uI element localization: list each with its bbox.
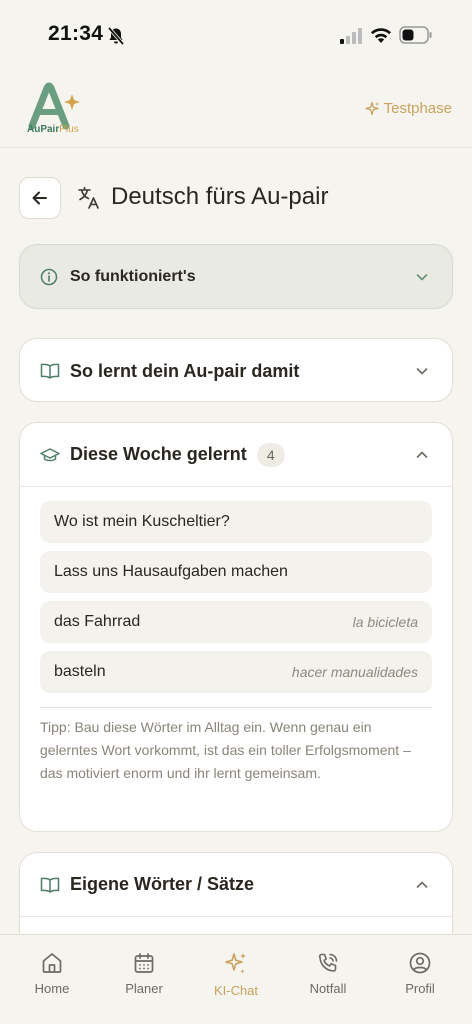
week-accordion-header[interactable]: Diese Woche gelernt 4 — [20, 423, 452, 487]
trial-indicator[interactable]: Testphase — [364, 100, 452, 117]
book-open-icon — [40, 363, 60, 379]
page-title: Deutsch fürs Au-pair — [111, 183, 329, 210]
own-words-accordion-title: Eigene Wörter / Sätze — [70, 874, 255, 894]
info-accordion-title: So funktioniert's — [70, 268, 196, 285]
bell-off-icon — [107, 26, 125, 46]
status-bar: 21:34 — [0, 0, 472, 70]
info-accordion-header[interactable]: So funktioniert's — [20, 245, 452, 308]
book-open-icon — [40, 877, 60, 893]
nav-label: KI-Chat — [213, 983, 259, 998]
chevron-down-icon — [416, 274, 428, 281]
trial-label: Testphase — [383, 100, 452, 117]
nav-label: Planer — [125, 981, 163, 996]
nav-item-notfall[interactable]: Notfall — [283, 935, 373, 1024]
logo-plus: Plus — [59, 124, 79, 135]
learned-list: Wo ist mein Kuscheltier? Lass uns Hausau… — [20, 487, 452, 693]
week-accordion[interactable]: Diese Woche gelernt 4 Wo ist mein Kusche… — [19, 422, 453, 832]
item-german: basteln — [54, 663, 106, 680]
user-circle-icon — [409, 952, 431, 974]
info-accordion[interactable]: So funktioniert's — [19, 244, 453, 309]
home-icon — [42, 953, 62, 973]
list-item: Wo ist mein Kuscheltier? — [40, 501, 432, 543]
sparkle-icon — [364, 101, 379, 115]
item-german: Lass uns Hausaufgaben machen — [54, 563, 288, 580]
sparkle-icon — [225, 953, 246, 974]
bottom-nav: Home Planer KI-Chat Notfall Profil — [0, 934, 472, 1024]
wifi-icon — [371, 28, 391, 43]
status-time: 21:34 — [48, 22, 104, 45]
nav-item-profil[interactable]: Profil — [375, 935, 465, 1024]
item-translation: hacer manualidades — [291, 664, 418, 680]
battery-icon — [399, 26, 432, 44]
learn-accordion[interactable]: So lernt dein Au-pair damit — [19, 338, 453, 402]
nav-label: Notfall — [309, 981, 347, 996]
list-item: das Fahrrad la bicicleta — [40, 601, 432, 643]
info-icon — [40, 268, 58, 286]
calendar-icon — [134, 953, 154, 973]
list-item: basteln hacer manualidades — [40, 651, 432, 693]
nav-label: Profil — [405, 981, 435, 996]
cellular-signal-icon — [340, 28, 362, 44]
chevron-up-icon — [416, 881, 428, 888]
nav-item-planer[interactable]: Planer — [99, 935, 189, 1024]
week-accordion-title: Diese Woche gelernt — [70, 444, 247, 464]
chevron-up-icon — [416, 451, 428, 458]
tip-text: Tipp: Bau diese Wörter im Alltag ein. We… — [40, 707, 432, 785]
item-translation: la bicicleta — [352, 614, 418, 630]
phone-icon — [318, 953, 338, 972]
learn-accordion-header[interactable]: So lernt dein Au-pair damit — [20, 339, 452, 401]
logo-text: AuPairPlus — [27, 124, 79, 135]
back-button[interactable] — [19, 177, 61, 219]
logo-mark-icon — [28, 82, 80, 130]
chevron-down-icon — [416, 368, 428, 375]
graduation-cap-icon — [40, 447, 60, 461]
nav-item-ki-chat[interactable]: KI-Chat — [191, 935, 281, 1024]
learn-accordion-title: So lernt dein Au-pair damit — [70, 360, 300, 381]
item-german: Wo ist mein Kuscheltier? — [54, 513, 230, 530]
nav-label: Home — [34, 981, 70, 996]
item-german: das Fahrrad — [54, 613, 141, 630]
logo-name: AuPair — [27, 124, 60, 135]
translate-icon — [78, 186, 99, 209]
app-header: AuPairPlus Testphase — [0, 70, 472, 148]
arrow-left-icon — [32, 191, 47, 205]
count-badge: 4 — [256, 442, 285, 467]
nav-item-home[interactable]: Home — [7, 935, 97, 1024]
list-item: Lass uns Hausaufgaben machen — [40, 551, 432, 593]
own-words-accordion-header[interactable]: Eigene Wörter / Sätze — [20, 853, 452, 917]
